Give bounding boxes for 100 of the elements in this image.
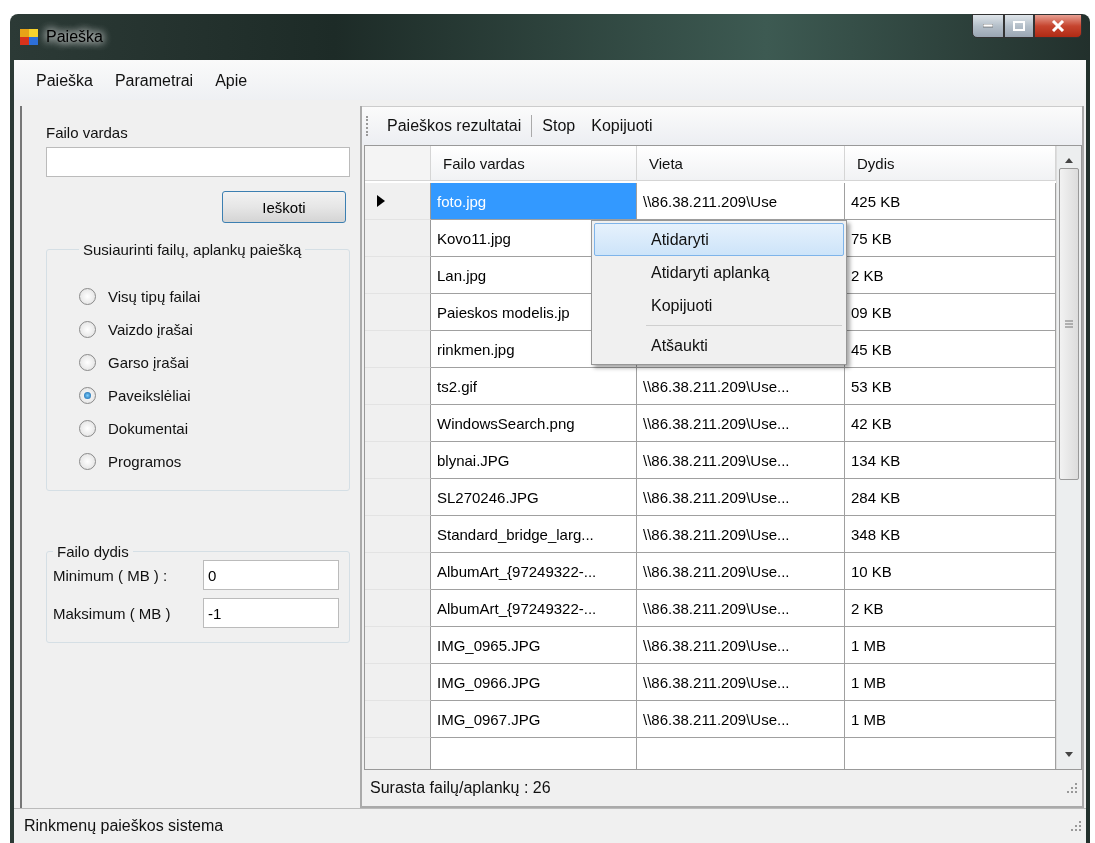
result-count: Surasta failų/aplankų : 26 [370,779,551,797]
row-header[interactable] [365,294,431,331]
table-cell[interactable]: 425 KB [845,183,1056,220]
table-cell[interactable]: \\86.38.211.209\Use... [637,405,845,442]
table-cell[interactable]: 284 KB [845,479,1056,516]
maximize-icon [1013,21,1025,31]
radio-option[interactable]: Paveikslėliai [79,387,349,404]
row-header[interactable] [365,368,431,405]
status-text: Rinkmenų paieškos sistema [24,817,224,835]
size-field[interactable]: 0 [203,560,339,590]
row-header[interactable] [365,553,431,590]
table-cell[interactable]: WindowsSearch.png [431,405,637,442]
scroll-thumb[interactable] [1059,168,1079,480]
table-cell[interactable]: 1 MB [845,627,1056,664]
row-header[interactable] [365,516,431,553]
table-cell[interactable]: \\86.38.211.209\Use... [637,368,845,405]
grip-icon [1065,320,1073,328]
table-cell[interactable]: 42 KB [845,405,1056,442]
group-title: Failo dydis [56,543,130,560]
table-cell[interactable]: 10 KB [845,553,1056,590]
table-cell[interactable]: IMG_0966.JPG [431,664,637,701]
scrollbar[interactable] [1056,146,1081,769]
radio-icon[interactable] [79,453,96,470]
file-name-field[interactable] [46,147,350,177]
radio-option[interactable]: Programos [79,453,349,470]
table-cell[interactable]: 53 KB [845,368,1056,405]
table-cell[interactable]: 2 KB [845,257,1056,294]
table-cell[interactable]: \\86.38.211.209\Use... [637,664,845,701]
row-header[interactable] [365,405,431,442]
table-cell[interactable]: \\86.38.211.209\Use... [637,516,845,553]
current-row-icon [377,195,385,207]
scroll-up-icon[interactable] [1064,156,1074,164]
search-button[interactable]: Ieškoti [222,191,346,223]
radio-option[interactable]: Visų tipų failai [79,288,349,305]
table-cell[interactable]: 134 KB [845,442,1056,479]
menu-item[interactable]: Paieška [28,70,101,92]
column-header[interactable]: Vieta [637,146,845,181]
radio-option[interactable]: Garso įrašai [79,354,349,371]
radio-icon[interactable] [79,354,96,371]
table-cell[interactable]: \\86.38.211.209\Use... [637,701,845,738]
window-title: Paieška [46,28,103,46]
table-cell[interactable]: Standard_bridge_larg... [431,516,637,553]
column-header[interactable]: Dydis [845,146,1056,181]
table-cell[interactable]: 348 KB [845,516,1056,553]
row-header[interactable] [365,183,431,220]
row-header[interactable] [365,479,431,516]
row-header[interactable] [365,590,431,627]
field-label: Minimum ( MB ) : [53,566,168,584]
table-cell[interactable]: 2 KB [845,590,1056,627]
table-cell[interactable]: 75 KB [845,220,1056,257]
menu-item[interactable]: Apie [207,70,256,92]
table-cell[interactable]: AlbumArt_{97249322-... [431,590,637,627]
minimize-icon [983,24,993,28]
field-label: Maksimum ( MB ) [53,604,171,622]
toolbar-button[interactable]: Kopijuoti [585,115,659,137]
table-cell[interactable]: \\86.38.211.209\Use [637,183,845,220]
menu-item[interactable]: Parametrai [106,70,202,92]
close-icon [1051,20,1065,32]
toolbar-button[interactable]: Stop [536,115,582,137]
table-cell[interactable]: 45 KB [845,331,1056,368]
row-header[interactable] [365,701,431,738]
size-field[interactable]: -1 [203,598,339,628]
radio-option[interactable]: Dokumentai [79,420,349,437]
radio-icon[interactable] [79,420,96,437]
table-cell[interactable]: SL270246.JPG [431,479,637,516]
table-cell[interactable]: \\86.38.211.209\Use... [637,627,845,664]
table-cell[interactable]: \\86.38.211.209\Use... [637,590,845,627]
context-menu-item[interactable]: Atidaryti [594,223,844,256]
app-icon [20,29,38,45]
maximize-button[interactable] [1004,14,1034,38]
table-cell[interactable]: ts2.gif [431,368,637,405]
table-cell[interactable]: 1 MB [845,701,1056,738]
radio-icon[interactable] [79,288,96,305]
radio-icon[interactable] [79,387,96,404]
table-cell[interactable]: \\86.38.211.209\Use... [637,553,845,590]
row-header[interactable] [365,664,431,701]
table-cell[interactable]: \\86.38.211.209\Use... [637,479,845,516]
radio-icon[interactable] [79,321,96,338]
column-header[interactable]: Failo vardas [431,146,637,181]
table-cell[interactable]: blynai.JPG [431,442,637,479]
field-label: Failo vardas [46,124,129,141]
table-cell[interactable]: IMG_0967.JPG [431,701,637,738]
row-header[interactable] [365,331,431,368]
resize-grip-icon[interactable] [1066,782,1078,794]
table-cell[interactable]: 1 MB [845,664,1056,701]
row-header[interactable] [365,627,431,664]
table-cell[interactable]: \\86.38.211.209\Use... [637,442,845,479]
close-button[interactable] [1034,14,1082,38]
row-header[interactable] [365,257,431,294]
radio-option[interactable]: Vaizdo įrašai [79,321,349,338]
row-header[interactable] [365,220,431,257]
minimize-button[interactable] [972,14,1004,38]
toolbar-button[interactable]: Paieškos rezultatai [381,115,528,137]
resize-grip-icon[interactable] [1070,820,1082,832]
table-cell[interactable]: AlbumArt_{97249322-... [431,553,637,590]
table-cell[interactable]: 09 KB [845,294,1056,331]
table-cell[interactable]: IMG_0965.JPG [431,627,637,664]
scroll-down-icon[interactable] [1064,751,1074,759]
group-title: Susiaurinti failų, aplankų paiešką [82,241,303,258]
row-header[interactable] [365,442,431,479]
